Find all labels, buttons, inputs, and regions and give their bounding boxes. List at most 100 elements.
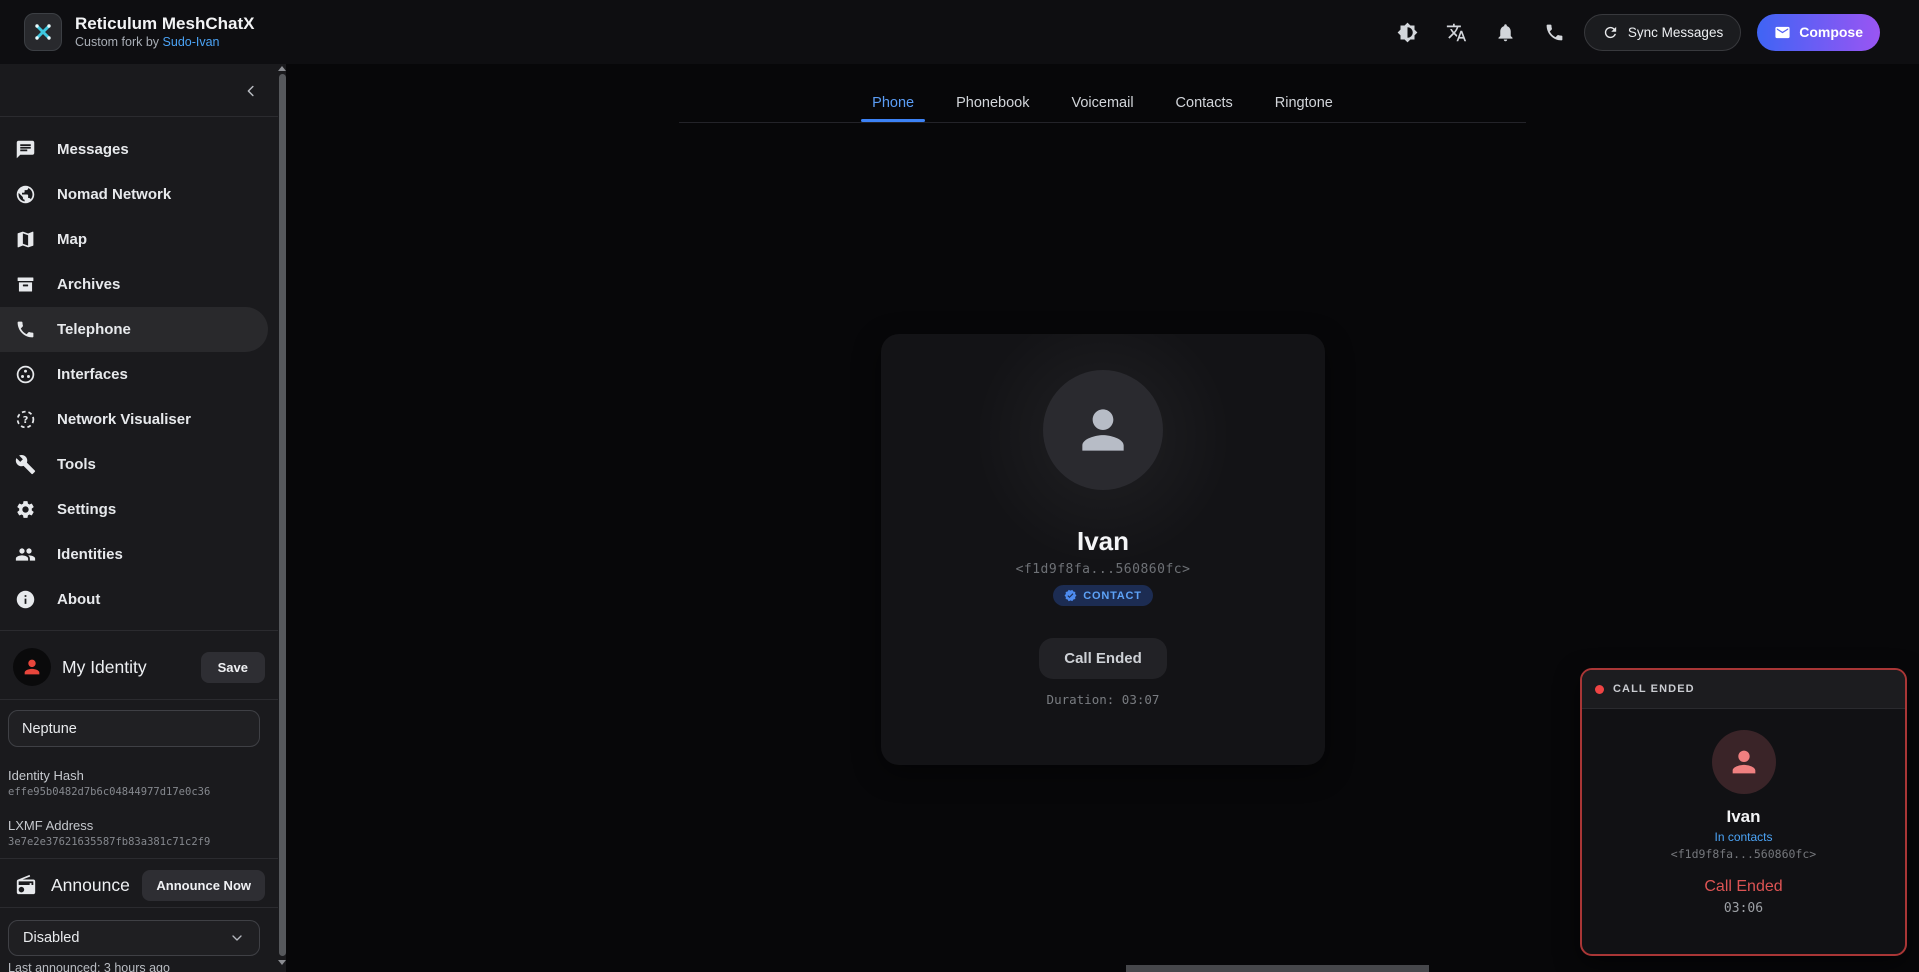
- sidebar-divider: [0, 630, 278, 631]
- notification-body: Ivan In contacts <f1d9f8fa...560860fc> C…: [1582, 709, 1905, 916]
- sidebar-item-messages[interactable]: Messages: [0, 127, 268, 172]
- sidebar-item-nomad-network[interactable]: Nomad Network: [0, 172, 268, 217]
- notification-header: CALL ENDED: [1582, 670, 1905, 709]
- in-contacts-link[interactable]: In contacts: [1714, 830, 1772, 844]
- notification-contact-name: Ivan: [1726, 807, 1760, 827]
- phone-header-icon[interactable]: [1544, 22, 1565, 43]
- people-icon: [15, 544, 36, 565]
- app-subtitle: Custom fork by Sudo-Ivan: [75, 34, 254, 51]
- notification-call-duration: 03:06: [1724, 901, 1763, 916]
- notification-header-label: CALL ENDED: [1613, 683, 1695, 695]
- last-announced-text: Last announced: 3 hours ago: [8, 961, 170, 972]
- sidebar-item-label: Settings: [57, 501, 116, 518]
- app-titles: Reticulum MeshChatX Custom fork by Sudo-…: [75, 13, 254, 51]
- horizontal-scrollbar[interactable]: [1126, 965, 1429, 972]
- announce-interval-value: Disabled: [23, 930, 79, 946]
- announce-interval-select[interactable]: Disabled: [8, 920, 260, 956]
- call-contact-address: <f1d9f8fa...560860fc>: [1016, 562, 1191, 577]
- refresh-icon: [1602, 24, 1619, 41]
- sidebar-item-interfaces[interactable]: Interfaces: [0, 352, 268, 397]
- contact-badge-label: CONTACT: [1083, 590, 1142, 602]
- sidebar-item-label: Nomad Network: [57, 186, 171, 203]
- compose-button[interactable]: Compose: [1757, 14, 1880, 51]
- sidebar-item-label: Identities: [57, 546, 123, 563]
- announce-section: Announce Announce Now: [15, 870, 265, 900]
- sidebar-item-label: Tools: [57, 456, 96, 473]
- chat-icon: [15, 139, 36, 160]
- call-duration: Duration: 03:07: [1047, 692, 1160, 707]
- identity-avatar: [13, 648, 51, 686]
- sidebar-item-archives[interactable]: Archives: [0, 262, 268, 307]
- header-actions: Sync Messages Compose: [1369, 14, 1919, 51]
- sidebar-divider: [0, 116, 278, 117]
- sidebar-collapse-button[interactable]: [242, 82, 260, 100]
- sidebar-divider: [0, 699, 278, 700]
- sidebar-item-label: Messages: [57, 141, 129, 158]
- chevron-left-icon: [242, 82, 260, 100]
- call-avatar: [1043, 370, 1163, 490]
- mail-icon: [1774, 24, 1791, 41]
- contact-badge: CONTACT: [1053, 585, 1153, 606]
- save-button[interactable]: Save: [201, 652, 265, 683]
- sidebar-item-label: About: [57, 591, 100, 608]
- map-icon: [15, 229, 36, 250]
- sidebar-item-map[interactable]: Map: [0, 217, 268, 262]
- chevron-down-icon: [229, 930, 245, 946]
- sidebar-item-about[interactable]: About: [0, 577, 268, 622]
- phone-icon: [15, 319, 36, 340]
- notification-avatar: [1712, 730, 1776, 794]
- sidebar-item-telephone[interactable]: Telephone: [0, 307, 268, 352]
- tab-voicemail[interactable]: Voicemail: [1050, 88, 1154, 122]
- verified-icon: [1064, 589, 1077, 602]
- sidebar-divider: [0, 858, 278, 859]
- identity-hash-label: Identity Hash: [8, 768, 84, 783]
- archive-icon: [15, 274, 36, 295]
- sync-messages-button[interactable]: Sync Messages: [1584, 14, 1741, 51]
- telephone-tabs: Phone Phonebook Voicemail Contacts Ringt…: [286, 88, 1919, 122]
- svg-text:?: ?: [23, 415, 29, 426]
- identity-name-input[interactable]: [8, 710, 260, 747]
- lxmf-address-label: LXMF Address: [8, 818, 93, 833]
- sidebar-item-label: Network Visualiser: [57, 411, 191, 428]
- sidebar-item-network-visualiser[interactable]: ? Network Visualiser: [0, 397, 268, 442]
- sidebar-item-label: Archives: [57, 276, 120, 293]
- sidebar-item-label: Map: [57, 231, 87, 248]
- tab-ringtone[interactable]: Ringtone: [1254, 88, 1354, 122]
- red-dot-icon: [1595, 685, 1604, 694]
- wrench-icon: [15, 454, 36, 475]
- notifications-icon[interactable]: [1495, 22, 1516, 43]
- subtitle-author-link[interactable]: Sudo-Ivan: [163, 35, 220, 49]
- interfaces-icon: [15, 364, 36, 385]
- info-icon: [15, 589, 36, 610]
- call-status-button[interactable]: Call Ended: [1039, 638, 1167, 679]
- sidebar-item-tools[interactable]: Tools: [0, 442, 268, 487]
- network-visualiser-icon: ?: [15, 409, 36, 430]
- tab-phonebook[interactable]: Phonebook: [935, 88, 1050, 122]
- radio-icon: [15, 874, 37, 896]
- sidebar-item-settings[interactable]: Settings: [0, 487, 268, 532]
- announce-now-button[interactable]: Announce Now: [142, 870, 265, 901]
- sidebar-scrollbar[interactable]: [279, 74, 286, 956]
- my-identity-title: My Identity: [62, 657, 147, 678]
- tabs-underline-rule: [679, 122, 1526, 123]
- notification-contact-address: <f1d9f8fa...560860fc>: [1671, 847, 1816, 861]
- brightness-icon[interactable]: [1397, 22, 1418, 43]
- tab-phone[interactable]: Phone: [851, 88, 935, 122]
- sidebar-nav: Messages Nomad Network Map Archives Tele…: [0, 127, 268, 622]
- translate-icon[interactable]: [1446, 22, 1467, 43]
- app-logo: [24, 13, 62, 51]
- compose-label: Compose: [1799, 24, 1863, 40]
- call-ended-notification[interactable]: CALL ENDED Ivan In contacts <f1d9f8fa...…: [1580, 668, 1907, 956]
- scroll-up-arrow[interactable]: [278, 66, 286, 71]
- app-title: Reticulum MeshChatX: [75, 13, 254, 34]
- scroll-down-arrow[interactable]: [278, 960, 286, 965]
- tab-contacts[interactable]: Contacts: [1155, 88, 1254, 122]
- subtitle-text: Custom fork by: [75, 35, 163, 49]
- sidebar-item-identities[interactable]: Identities: [0, 532, 268, 577]
- sidebar-item-label: Interfaces: [57, 366, 128, 383]
- sidebar: Messages Nomad Network Map Archives Tele…: [0, 64, 286, 972]
- person-icon: [1072, 399, 1134, 461]
- person-icon: [1727, 745, 1761, 779]
- globe-icon: [15, 184, 36, 205]
- identity-hash-value: effe95b0482d7b6c04844977d17e0c36: [8, 786, 210, 798]
